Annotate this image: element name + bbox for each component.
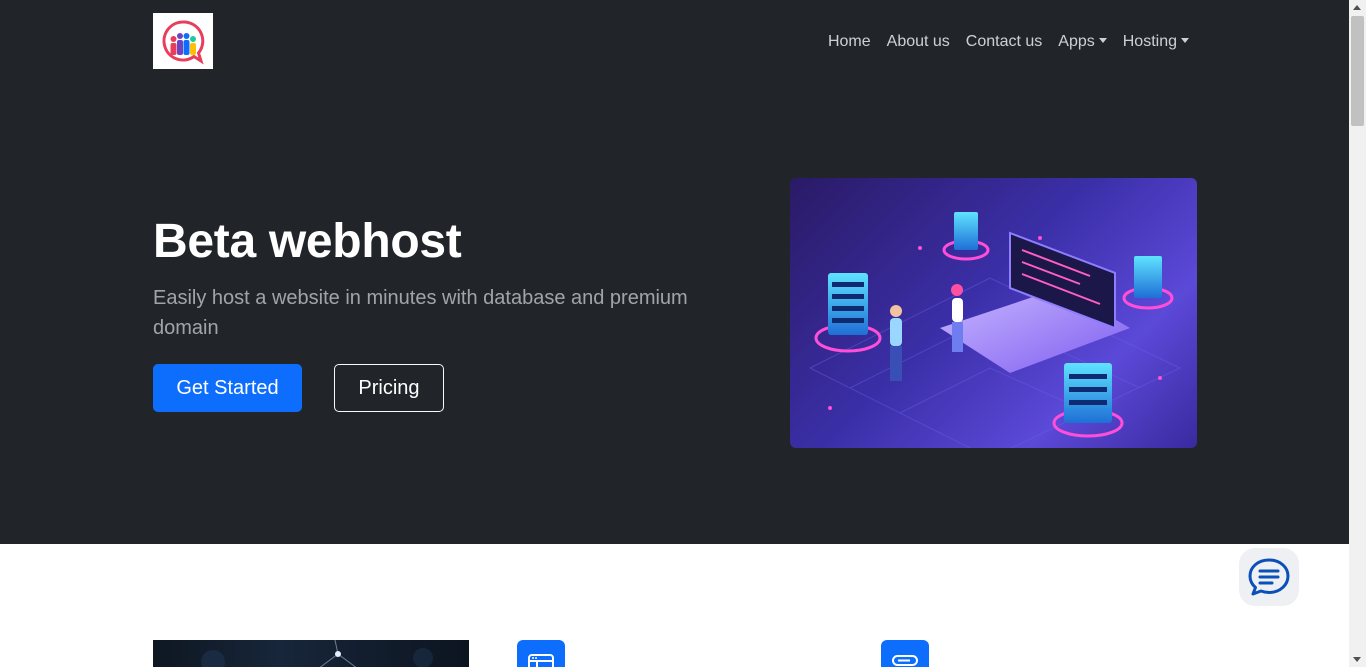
isometric-server-illustration-icon — [808, 212, 1182, 448]
nav-link-contact[interactable]: Contact us — [966, 30, 1042, 54]
hero-image — [790, 178, 1197, 448]
caret-down-icon — [1098, 38, 1107, 43]
nav-link-label: Hosting — [1122, 33, 1177, 50]
get-started-button[interactable]: Get Started — [153, 364, 302, 412]
pricing-button[interactable]: Pricing — [334, 364, 444, 412]
nav-link-about[interactable]: About us — [887, 30, 950, 54]
nav-dropdown-apps[interactable]: Apps — [1058, 30, 1107, 54]
chat-bubble-icon — [1248, 558, 1290, 596]
network-lines-icon — [201, 640, 433, 667]
browser-window-icon — [528, 654, 554, 667]
nav-link-label: Home — [827, 33, 871, 50]
nav-link-label: About us — [886, 33, 950, 50]
nav-link-label: Apps — [1058, 33, 1095, 50]
scrollbar-thumb[interactable] — [1351, 16, 1364, 126]
nav-dropdown-hosting[interactable]: Hosting — [1123, 30, 1189, 54]
main-nav: Home About us Contact us Apps Hosting — [828, 30, 1189, 54]
community-chat-logo-icon — [162, 20, 205, 65]
chat-widget-button[interactable] — [1239, 548, 1299, 606]
feature-image — [153, 640, 469, 667]
feature-icon-box — [881, 640, 929, 667]
scroll-up-icon[interactable] — [1353, 5, 1361, 10]
feature-icon-box — [517, 640, 565, 667]
server-icon — [892, 655, 918, 666]
caret-down-icon — [1181, 38, 1189, 43]
hero-section: Home About us Contact us Apps Hosting Be… — [0, 0, 1349, 544]
scroll-down-icon[interactable] — [1353, 657, 1361, 662]
hero-title: Beta webhost — [153, 215, 462, 268]
nav-link-home[interactable]: Home — [828, 30, 871, 54]
scrollbar[interactable] — [1349, 0, 1366, 667]
nav-link-label: Contact us — [965, 33, 1043, 50]
site-logo[interactable] — [153, 13, 213, 69]
hero-lead: Easily host a website in minutes with da… — [153, 287, 688, 339]
